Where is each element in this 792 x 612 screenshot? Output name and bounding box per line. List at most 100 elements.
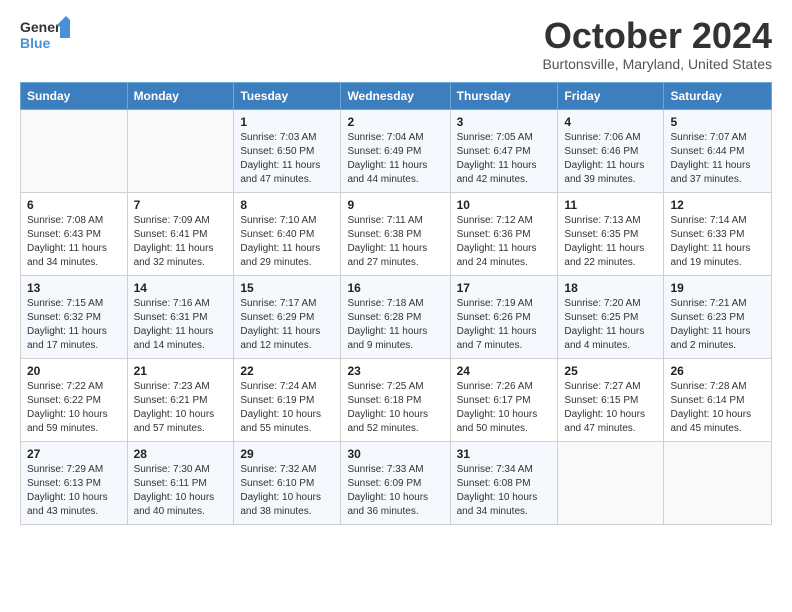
- days-header-row: SundayMondayTuesdayWednesdayThursdayFrid…: [21, 82, 772, 109]
- calendar-cell: 25Sunrise: 7:27 AMSunset: 6:15 PMDayligh…: [558, 358, 664, 441]
- calendar-cell: 10 Sunrise: 7:12 AMSunset: 6:36 PMDayligh…: [450, 192, 558, 275]
- calendar-week-1: 1Sunrise: 7:03 AMSunset: 6:50 PMDaylight…: [21, 109, 772, 192]
- day-info: Sunrise: 7:33 AMSunset: 6:09 PMDaylight:…: [347, 463, 443, 519]
- day-number: 11: [564, 198, 657, 212]
- day-info: Sunrise: 7:20 AMSunset: 6:25 PMDaylight:…: [564, 297, 657, 353]
- day-info: Sunrise: 7:06 AMSunset: 6:46 PMDaylight:…: [564, 131, 657, 187]
- day-info: Sunrise: 7:29 AMSunset: 6:13 PMDaylight:…: [27, 463, 121, 519]
- day-info: Sunrise: 7:30 AMSunset: 6:11 PMDaylight:…: [134, 463, 228, 519]
- calendar-cell: 20 Sunrise: 7:22 AMSunset: 6:22 PMDayligh…: [21, 358, 128, 441]
- day-number: 5: [670, 115, 765, 129]
- day-info: Sunrise: 7:12 AMSunset: 6:36 PMDaylight:…: [457, 214, 552, 270]
- calendar-cell: [664, 441, 772, 524]
- title-block: October 2024 Burtonsville, Maryland, Uni…: [542, 16, 772, 72]
- day-header-sunday: Sunday: [21, 82, 128, 109]
- day-number: 31: [457, 447, 552, 461]
- day-info: Sunrise: 7:22 AMSunset: 6:22 PMDaylight:…: [27, 380, 121, 436]
- day-number: 10: [457, 198, 552, 212]
- calendar-cell: 26Sunrise: 7:28 AMSunset: 6:14 PMDayligh…: [664, 358, 772, 441]
- day-info: Sunrise: 7:34 AMSunset: 6:08 PMDaylight:…: [457, 463, 552, 519]
- day-number: 6: [27, 198, 121, 212]
- calendar-cell: 7Sunrise: 7:09 AMSunset: 6:41 PMDaylight…: [127, 192, 234, 275]
- day-number: 26: [670, 364, 765, 378]
- day-info: Sunrise: 7:13 AMSunset: 6:35 PMDaylight:…: [564, 214, 657, 270]
- day-info: Sunrise: 7:25 AMSunset: 6:18 PMDaylight:…: [347, 380, 443, 436]
- day-number: 20: [27, 364, 121, 378]
- page: General Blue October 2024 Burtonsville, …: [0, 0, 792, 612]
- day-number: 16: [347, 281, 443, 295]
- day-number: 15: [240, 281, 334, 295]
- calendar-cell: 15 Sunrise: 7:17 AMSunset: 6:29 PMDayligh…: [234, 275, 341, 358]
- day-info: Sunrise: 7:21 AMSunset: 6:23 PMDaylight:…: [670, 297, 765, 353]
- day-number: 12: [670, 198, 765, 212]
- day-info: Sunrise: 7:17 AMSunset: 6:29 PMDaylight:…: [240, 297, 334, 353]
- day-number: 7: [134, 198, 228, 212]
- calendar-cell: 14Sunrise: 7:16 AMSunset: 6:31 PMDayligh…: [127, 275, 234, 358]
- calendar-cell: 21 Sunrise: 7:23 AMSunset: 6:21 PMDayligh…: [127, 358, 234, 441]
- day-info: Sunrise: 7:08 AMSunset: 6:43 PMDaylight:…: [27, 214, 121, 270]
- calendar-cell: 2Sunrise: 7:04 AMSunset: 6:49 PMDaylight…: [341, 109, 450, 192]
- day-info: Sunrise: 7:14 AMSunset: 6:33 PMDaylight:…: [670, 214, 765, 270]
- day-number: 9: [347, 198, 443, 212]
- calendar-cell: 3 Sunrise: 7:05 AMSunset: 6:47 PMDaylight…: [450, 109, 558, 192]
- day-info: Sunrise: 7:07 AMSunset: 6:44 PMDaylight:…: [670, 131, 765, 187]
- day-number: 13: [27, 281, 121, 295]
- logo: General Blue: [20, 16, 70, 52]
- day-number: 14: [134, 281, 228, 295]
- day-number: 22: [240, 364, 334, 378]
- day-info: Sunrise: 7:05 AMSunset: 6:47 PMDaylight:…: [457, 131, 552, 187]
- day-info: Sunrise: 7:26 AMSunset: 6:17 PMDaylight:…: [457, 380, 552, 436]
- day-number: 30: [347, 447, 443, 461]
- day-number: 29: [240, 447, 334, 461]
- calendar-cell: 13Sunrise: 7:15 AMSunset: 6:32 PMDayligh…: [21, 275, 128, 358]
- day-header-friday: Friday: [558, 82, 664, 109]
- day-info: Sunrise: 7:19 AMSunset: 6:26 PMDaylight:…: [457, 297, 552, 353]
- location-subtitle: Burtonsville, Maryland, United States: [542, 56, 772, 72]
- day-number: 18: [564, 281, 657, 295]
- day-number: 28: [134, 447, 228, 461]
- day-info: Sunrise: 7:11 AMSunset: 6:38 PMDaylight:…: [347, 214, 443, 270]
- calendar-cell: 28 Sunrise: 7:30 AMSunset: 6:11 PMDayligh…: [127, 441, 234, 524]
- calendar-table: SundayMondayTuesdayWednesdayThursdayFrid…: [20, 82, 772, 525]
- day-number: 3: [457, 115, 552, 129]
- calendar-cell: 5 Sunrise: 7:07 AMSunset: 6:44 PMDaylight…: [664, 109, 772, 192]
- calendar-cell: 1Sunrise: 7:03 AMSunset: 6:50 PMDaylight…: [234, 109, 341, 192]
- day-number: 17: [457, 281, 552, 295]
- month-title: October 2024: [542, 16, 772, 56]
- calendar-cell: 31 Sunrise: 7:34 AMSunset: 6:08 PMDayligh…: [450, 441, 558, 524]
- calendar-cell: 18 Sunrise: 7:20 AMSunset: 6:25 PMDayligh…: [558, 275, 664, 358]
- day-number: 23: [347, 364, 443, 378]
- calendar-cell: [21, 109, 128, 192]
- calendar-cell: 6 Sunrise: 7:08 AMSunset: 6:43 PMDaylight…: [21, 192, 128, 275]
- calendar-body: 1Sunrise: 7:03 AMSunset: 6:50 PMDaylight…: [21, 109, 772, 524]
- day-header-saturday: Saturday: [664, 82, 772, 109]
- calendar-cell: [558, 441, 664, 524]
- day-header-wednesday: Wednesday: [341, 82, 450, 109]
- day-header-thursday: Thursday: [450, 82, 558, 109]
- day-number: 2: [347, 115, 443, 129]
- day-info: Sunrise: 7:32 AMSunset: 6:10 PMDaylight:…: [240, 463, 334, 519]
- day-number: 21: [134, 364, 228, 378]
- calendar-cell: 24 Sunrise: 7:26 AMSunset: 6:17 PMDayligh…: [450, 358, 558, 441]
- calendar-week-5: 27Sunrise: 7:29 AMSunset: 6:13 PMDayligh…: [21, 441, 772, 524]
- calendar-cell: 11 Sunrise: 7:13 AMSunset: 6:35 PMDayligh…: [558, 192, 664, 275]
- day-info: Sunrise: 7:24 AMSunset: 6:19 PMDaylight:…: [240, 380, 334, 436]
- calendar-cell: 27Sunrise: 7:29 AMSunset: 6:13 PMDayligh…: [21, 441, 128, 524]
- calendar-week-4: 20 Sunrise: 7:22 AMSunset: 6:22 PMDayligh…: [21, 358, 772, 441]
- calendar-cell: 9 Sunrise: 7:11 AMSunset: 6:38 PMDaylight…: [341, 192, 450, 275]
- calendar-cell: 30 Sunrise: 7:33 AMSunset: 6:09 PMDayligh…: [341, 441, 450, 524]
- day-info: Sunrise: 7:23 AMSunset: 6:21 PMDaylight:…: [134, 380, 228, 436]
- day-info: Sunrise: 7:27 AMSunset: 6:15 PMDaylight:…: [564, 380, 657, 436]
- header: General Blue October 2024 Burtonsville, …: [20, 16, 772, 72]
- calendar-header: SundayMondayTuesdayWednesdayThursdayFrid…: [21, 82, 772, 109]
- day-number: 4: [564, 115, 657, 129]
- day-info: Sunrise: 7:03 AMSunset: 6:50 PMDaylight:…: [240, 131, 334, 187]
- calendar-cell: 23 Sunrise: 7:25 AMSunset: 6:18 PMDayligh…: [341, 358, 450, 441]
- day-number: 24: [457, 364, 552, 378]
- calendar-cell: 17 Sunrise: 7:19 AMSunset: 6:26 PMDayligh…: [450, 275, 558, 358]
- calendar-cell: 12 Sunrise: 7:14 AMSunset: 6:33 PMDayligh…: [664, 192, 772, 275]
- day-number: 19: [670, 281, 765, 295]
- calendar-cell: [127, 109, 234, 192]
- calendar-week-2: 6 Sunrise: 7:08 AMSunset: 6:43 PMDaylight…: [21, 192, 772, 275]
- day-info: Sunrise: 7:18 AMSunset: 6:28 PMDaylight:…: [347, 297, 443, 353]
